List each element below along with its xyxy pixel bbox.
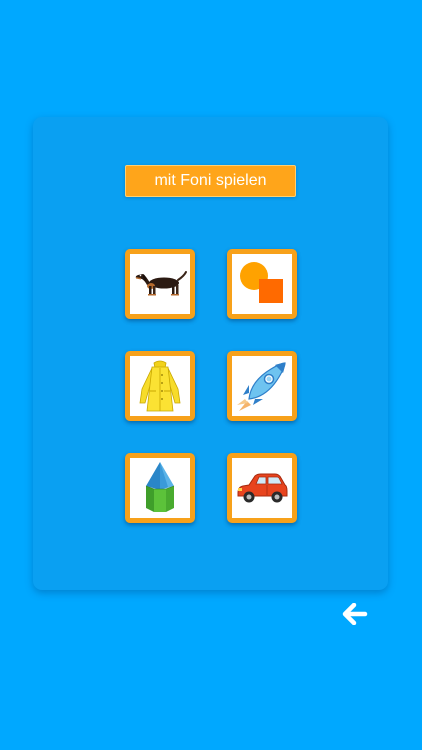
tile-rocket[interactable]	[227, 351, 297, 421]
back-button[interactable]	[340, 600, 370, 628]
tile-prism[interactable]	[125, 453, 195, 523]
circle-square-shapes-icon	[240, 262, 283, 303]
rocket-icon	[237, 362, 286, 411]
yellow-raincoat-icon	[139, 360, 181, 412]
play-with-foni-button[interactable]: mit Foni spielen	[125, 165, 296, 197]
tile-shapes[interactable]	[227, 249, 297, 319]
red-car-icon	[237, 473, 288, 503]
game-panel: mit Foni spielen	[33, 117, 388, 590]
hexagonal-prism-icon	[145, 462, 175, 512]
tile-raincoat[interactable]	[125, 351, 195, 421]
arrow-left-icon	[342, 603, 368, 625]
dachshund-dog-icon	[135, 271, 187, 296]
tile-dog[interactable]	[125, 249, 195, 319]
tile-car[interactable]	[227, 453, 297, 523]
